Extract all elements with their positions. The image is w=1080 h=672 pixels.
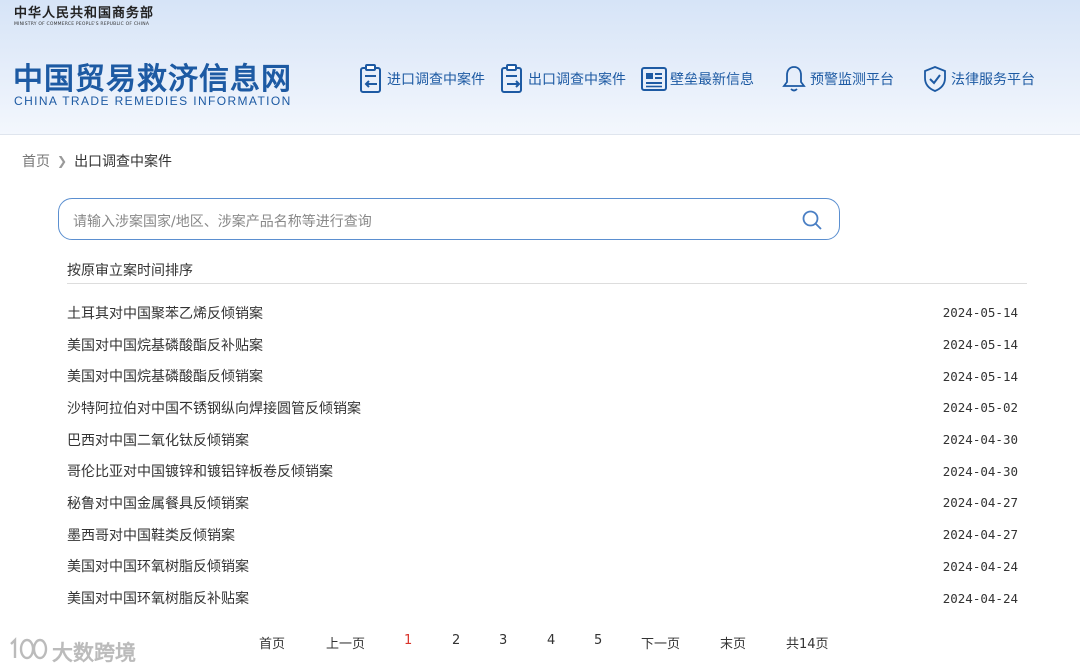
case-date: 2024-05-14	[942, 337, 1018, 353]
case-date: 2024-05-14	[942, 368, 1018, 384]
list-item[interactable]: 美国对中国环氧树脂反补贴案 2024-04-24	[67, 582, 1018, 614]
case-date: 2024-05-14	[942, 305, 1018, 321]
nav-barrier-news[interactable]: 壁垒最新信息	[640, 62, 754, 96]
list-item[interactable]: 美国对中国烷基磷酸酯反倾销案 2024-05-14	[67, 360, 1018, 392]
bell-icon	[780, 64, 808, 94]
watermark: 大数跨境	[8, 636, 136, 667]
case-date: 2024-04-30	[942, 432, 1018, 448]
page-number-current[interactable]: 1	[404, 633, 412, 648]
nav-label: 法律服务平台	[951, 72, 1035, 88]
breadcrumb-current: 出口调查中案件	[74, 154, 173, 170]
page-total: 共14页	[786, 637, 829, 652]
page-number[interactable]: 4	[547, 633, 555, 648]
shield-check-icon	[921, 64, 949, 94]
case-date: 2024-04-27	[942, 527, 1018, 543]
watermark-logo-icon	[8, 636, 48, 667]
search-input[interactable]: 请输入涉案国家/地区、涉案产品名称等进行查询	[73, 211, 372, 231]
header: 中华人民共和国商务部 MINISTRY OF COMMERCE PEOPLE'S…	[0, 0, 1080, 135]
nav-label: 预警监测平台	[810, 72, 894, 88]
site-subtitle: CHINA TRADE REMEDIES INFORMATION	[14, 94, 292, 108]
list-item[interactable]: 土耳其对中国聚苯乙烯反倾销案 2024-05-14	[67, 297, 1018, 329]
nav-label: 壁垒最新信息	[670, 72, 754, 88]
site-title[interactable]: 中国贸易救济信息网	[13, 54, 292, 98]
case-date: 2024-04-24	[942, 590, 1018, 606]
divider	[67, 283, 1027, 284]
ministry-logo[interactable]: 中华人民共和国商务部 MINISTRY OF COMMERCE PEOPLE'S…	[14, 2, 154, 27]
case-date: 2024-04-27	[942, 495, 1018, 511]
nav-label: 进口调查中案件	[387, 72, 485, 88]
pagination: 首页 上一页 1 2 3 4 5 下一页 末页 共14页	[0, 633, 1080, 652]
chevron-right-icon: ❯	[57, 154, 68, 168]
nav-warning-platform[interactable]: 预警监测平台	[780, 62, 894, 96]
nav-import-cases[interactable]: 进口调查中案件	[357, 62, 485, 96]
list-item[interactable]: 墨西哥对中国鞋类反倾销案 2024-04-27	[67, 519, 1018, 551]
nav-legal-platform[interactable]: 法律服务平台	[921, 62, 1035, 96]
search-icon[interactable]	[801, 209, 823, 231]
case-title[interactable]: 墨西哥对中国鞋类反倾销案	[67, 525, 235, 545]
page-last[interactable]: 末页	[720, 633, 746, 652]
export-document-icon	[498, 64, 526, 94]
search-box[interactable]: 请输入涉案国家/地区、涉案产品名称等进行查询	[58, 198, 840, 240]
page-first[interactable]: 首页	[259, 633, 285, 652]
watermark-text: 大数跨境	[52, 640, 136, 665]
import-document-icon	[357, 64, 385, 94]
list-item[interactable]: 沙特阿拉伯对中国不锈钢纵向焊接圆管反倾销案 2024-05-02	[67, 392, 1018, 424]
case-title[interactable]: 秘鲁对中国金属餐具反倾销案	[67, 493, 249, 513]
page-next[interactable]: 下一页	[641, 633, 680, 652]
case-title[interactable]: 巴西对中国二氧化钛反倾销案	[67, 430, 249, 450]
case-title[interactable]: 沙特阿拉伯对中国不锈钢纵向焊接圆管反倾销案	[67, 398, 361, 418]
case-title[interactable]: 美国对中国环氧树脂反倾销案	[67, 556, 249, 576]
case-title[interactable]: 土耳其对中国聚苯乙烯反倾销案	[67, 303, 263, 323]
case-date: 2024-04-30	[942, 463, 1018, 479]
case-title[interactable]: 美国对中国烷基磷酸酯反补贴案	[67, 335, 263, 355]
list-item[interactable]: 美国对中国环氧树脂反倾销案 2024-04-24	[67, 551, 1018, 583]
case-title[interactable]: 哥伦比亚对中国镀锌和镀铝锌板卷反倾销案	[67, 461, 333, 481]
case-date: 2024-04-24	[942, 558, 1018, 574]
nav-label: 出口调查中案件	[528, 72, 626, 88]
breadcrumb: 首页 ❯ 出口调查中案件	[22, 151, 172, 171]
case-date: 2024-05-02	[942, 400, 1018, 416]
list-item[interactable]: 秘鲁对中国金属餐具反倾销案 2024-04-27	[67, 487, 1018, 519]
page-prev[interactable]: 上一页	[326, 633, 365, 652]
list-item[interactable]: 巴西对中国二氧化钛反倾销案 2024-04-30	[67, 424, 1018, 456]
news-icon	[640, 64, 668, 94]
breadcrumb-home[interactable]: 首页	[22, 151, 50, 171]
page-number[interactable]: 5	[594, 633, 602, 648]
list-item[interactable]: 美国对中国烷基磷酸酯反补贴案 2024-05-14	[67, 329, 1018, 361]
page-number[interactable]: 2	[452, 633, 460, 648]
case-list: 土耳其对中国聚苯乙烯反倾销案 2024-05-14 美国对中国烷基磷酸酯反补贴案 2…	[67, 297, 1018, 614]
ministry-name-cn: 中华人民共和国商务部	[14, 6, 155, 21]
case-title[interactable]: 美国对中国环氧树脂反补贴案	[67, 588, 249, 608]
ministry-name-en: MINISTRY OF COMMERCE PEOPLE'S REPUBLIC O…	[14, 22, 150, 27]
nav-export-cases[interactable]: 出口调查中案件	[498, 62, 626, 96]
sort-label[interactable]: 按原审立案时间排序	[67, 260, 193, 280]
case-title[interactable]: 美国对中国烷基磷酸酯反倾销案	[67, 366, 263, 386]
page-number[interactable]: 3	[499, 633, 507, 648]
list-item[interactable]: 哥伦比亚对中国镀锌和镀铝锌板卷反倾销案 2024-04-30	[67, 455, 1018, 487]
